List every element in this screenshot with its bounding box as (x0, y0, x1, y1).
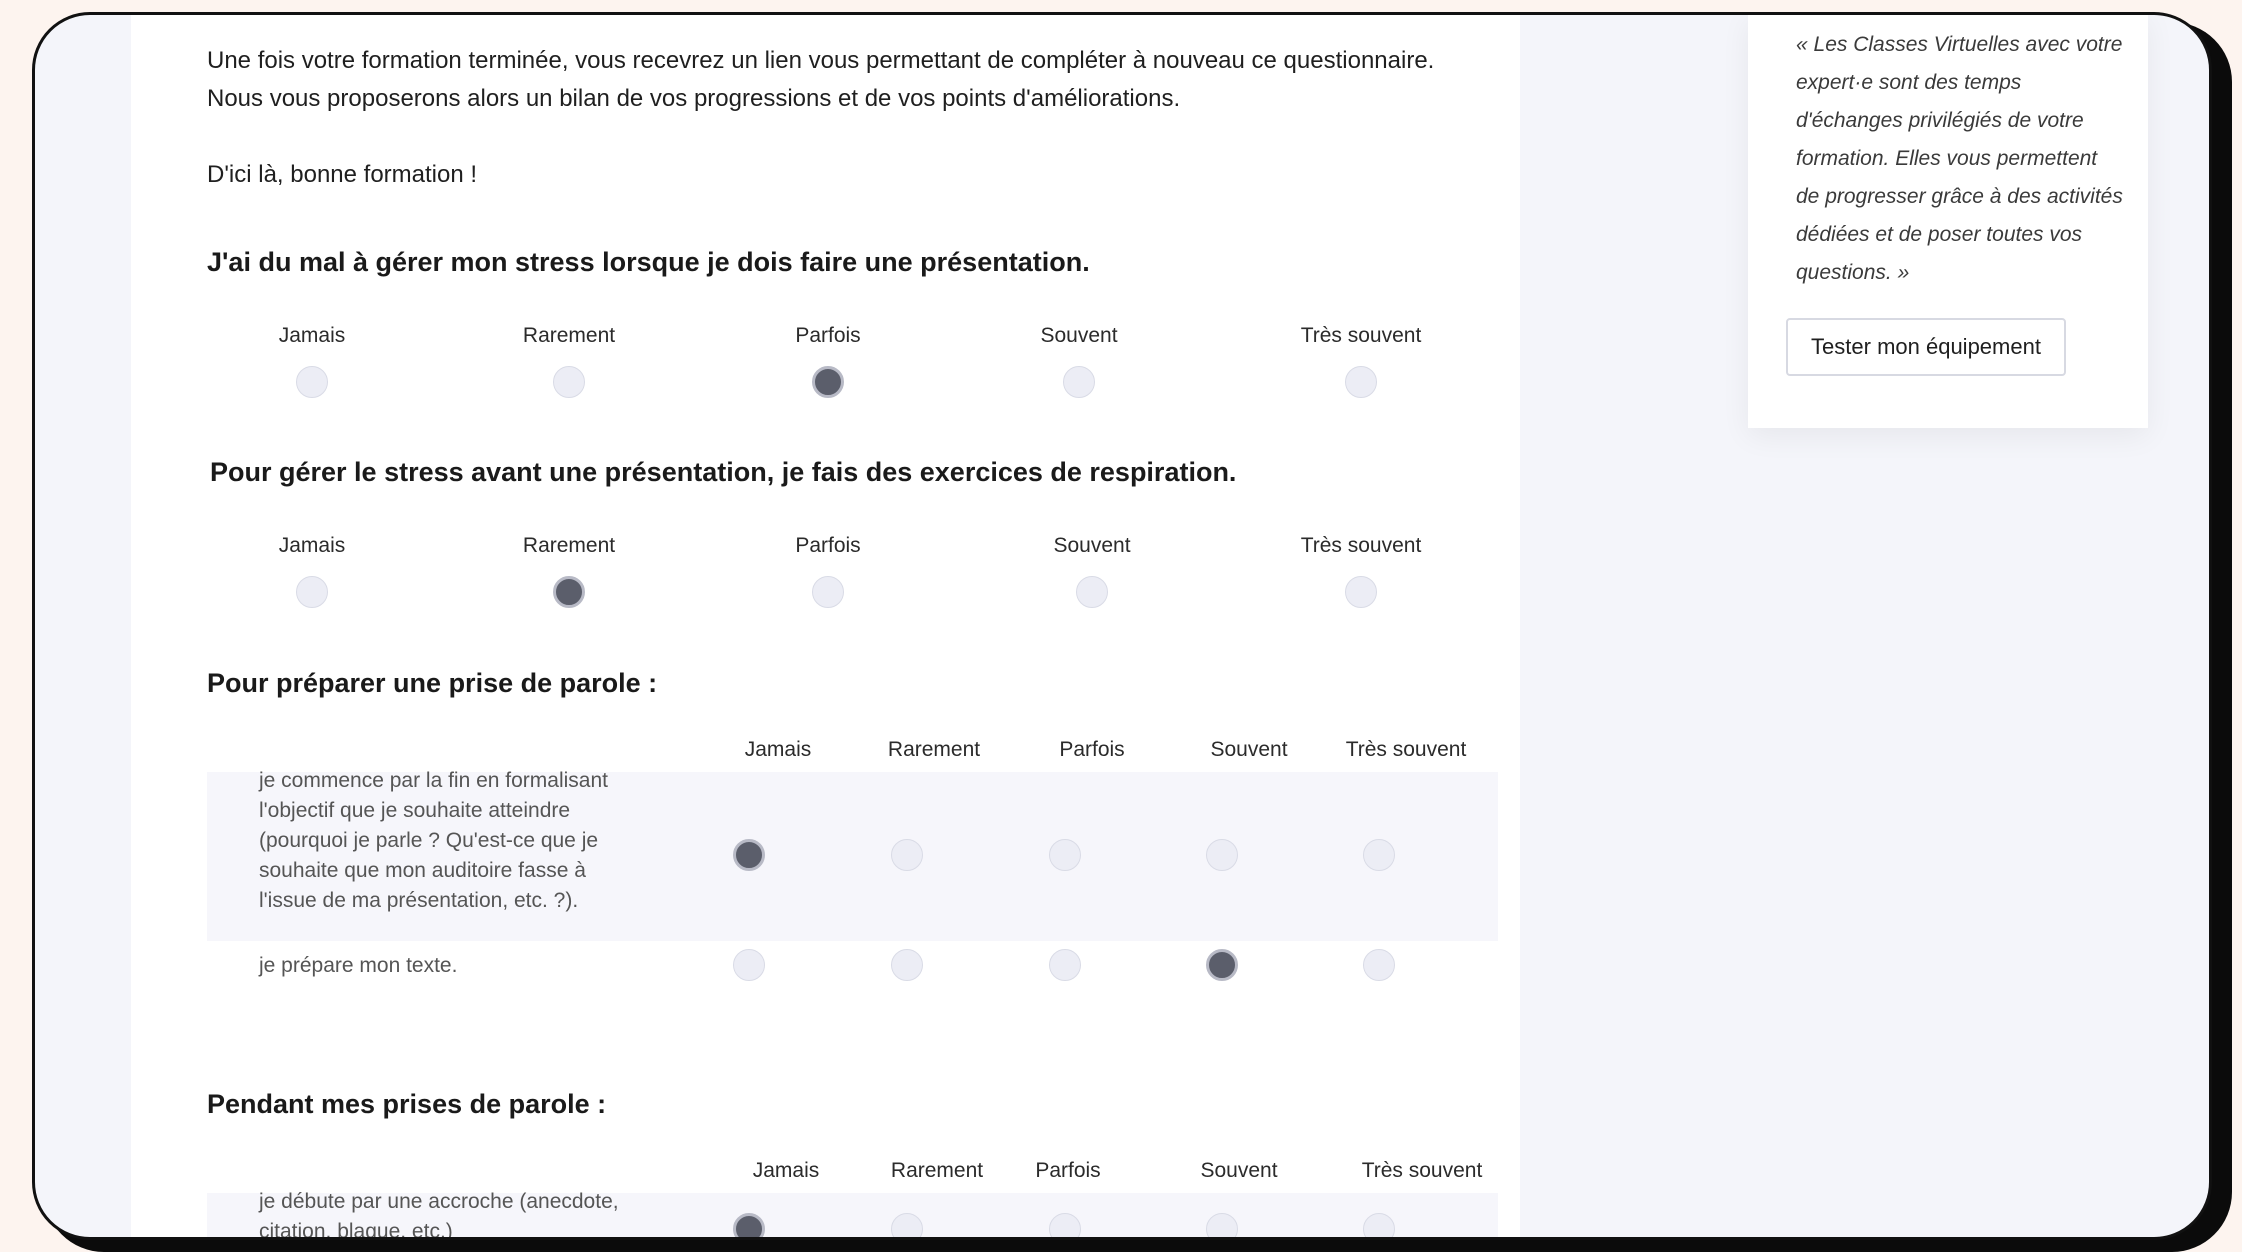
test-equipment-button[interactable]: Tester mon équipement (1786, 318, 2066, 376)
matrix-row-label: je commence par la fin en formalisant l'… (259, 769, 608, 912)
intro-line-1: Une fois votre formation terminée, vous … (207, 47, 1435, 74)
q3-row1-radio-rarement[interactable] (891, 839, 923, 871)
option-label-jamais: Jamais (278, 534, 346, 557)
q4-row1-radio-parfois[interactable] (1049, 1213, 1081, 1237)
q3-row1-radio-jamais[interactable] (733, 839, 765, 871)
q4-row1-radio-rarement[interactable] (891, 1213, 923, 1237)
column-header-tres-souvent: Très souvent (1345, 738, 1467, 761)
question-3-title: Pour préparer une prise de parole : (207, 668, 658, 698)
column-header-jamais: Jamais (744, 738, 812, 761)
q2-radio-parfois[interactable] (812, 576, 844, 608)
q4-row1-radio-souvent[interactable] (1206, 1213, 1238, 1237)
q1-radio-parfois[interactable] (812, 366, 844, 398)
q4-row1-radio-jamais[interactable] (733, 1213, 765, 1237)
column-header-souvent: Souvent (1200, 1159, 1278, 1182)
question-1-title: J'ai du mal à gérer mon stress lorsque j… (207, 247, 1090, 277)
q3-row1-radio-tres-souvent[interactable] (1363, 839, 1395, 871)
option-label-parfois: Parfois (795, 534, 861, 557)
q3-row2-radio-rarement[interactable] (891, 949, 923, 981)
intro-line-2: Nous vous proposerons alors un bilan de … (207, 85, 1181, 112)
q3-row1-radio-parfois[interactable] (1049, 839, 1081, 871)
column-header-rarement: Rarement (887, 738, 981, 761)
questionnaire-panel: Une fois votre formation terminée, vous … (131, 15, 1520, 1240)
q2-radio-souvent[interactable] (1076, 576, 1108, 608)
column-header-tres-souvent: Très souvent (1361, 1159, 1483, 1182)
q1-radio-jamais[interactable] (296, 366, 328, 398)
q1-radio-rarement[interactable] (553, 366, 585, 398)
option-label-souvent: Souvent (1040, 324, 1118, 347)
matrix-row-label: je débute par une accroche (anecdote, ci… (259, 1190, 619, 1240)
q2-radio-jamais[interactable] (296, 576, 328, 608)
q1-radio-souvent[interactable] (1063, 366, 1095, 398)
virtual-class-quote: « Les Classes Virtuelles avec votre expe… (1796, 33, 2123, 284)
question-2-title: Pour gérer le stress avant une présentat… (210, 457, 1237, 487)
column-header-rarement: Rarement (890, 1159, 984, 1182)
q2-radio-rarement[interactable] (553, 576, 585, 608)
option-label-tres-souvent: Très souvent (1300, 324, 1422, 347)
column-header-parfois: Parfois (1035, 1159, 1101, 1182)
q1-radio-tres-souvent[interactable] (1345, 366, 1377, 398)
option-label-tres-souvent: Très souvent (1300, 534, 1422, 557)
q3-row2-radio-tres-souvent[interactable] (1363, 949, 1395, 981)
screen-frame: Une fois votre formation terminée, vous … (32, 12, 2212, 1240)
column-header-parfois: Parfois (1059, 738, 1125, 761)
option-label-jamais: Jamais (278, 324, 346, 347)
q3-row2-radio-jamais[interactable] (733, 949, 765, 981)
q4-row1-radio-tres-souvent[interactable] (1363, 1213, 1395, 1237)
option-label-souvent: Souvent (1053, 534, 1131, 557)
q2-radio-tres-souvent[interactable] (1345, 576, 1377, 608)
intro-line-3: D'ici là, bonne formation ! (207, 161, 478, 188)
q3-row2-radio-parfois[interactable] (1049, 949, 1081, 981)
option-label-rarement: Rarement (522, 324, 616, 347)
column-header-jamais: Jamais (752, 1159, 820, 1182)
option-label-parfois: Parfois (795, 324, 861, 347)
question-4-title: Pendant mes prises de parole : (207, 1089, 607, 1119)
q3-row2-radio-souvent[interactable] (1206, 949, 1238, 981)
virtual-class-card: « Les Classes Virtuelles avec votre expe… (1748, 15, 2148, 428)
matrix-row-label: je prépare mon texte. (259, 954, 458, 977)
option-label-rarement: Rarement (522, 534, 616, 557)
q3-row1-radio-souvent[interactable] (1206, 839, 1238, 871)
column-header-souvent: Souvent (1210, 738, 1288, 761)
